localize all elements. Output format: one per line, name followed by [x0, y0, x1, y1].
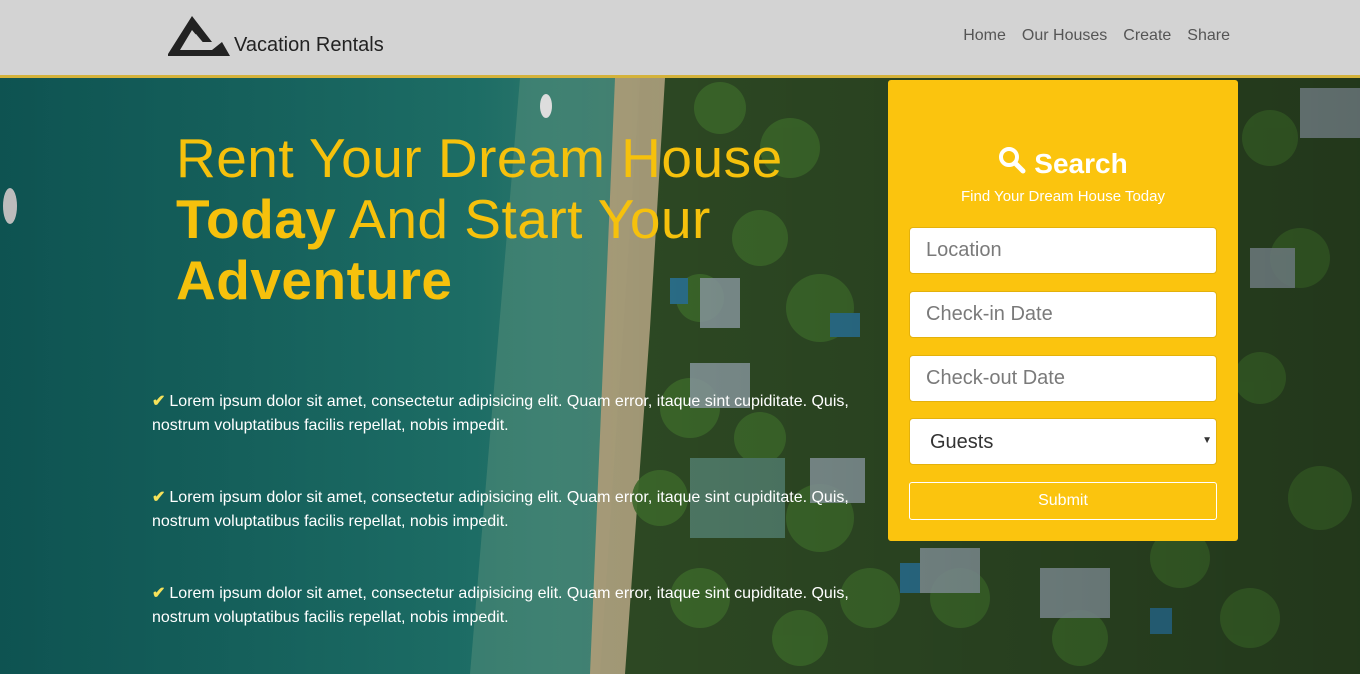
feature-text: Lorem ipsum dolor sit amet, consectetur … [152, 393, 849, 434]
navbar: Vacation Rentals Home Our Houses Create … [0, 0, 1360, 78]
checkout-date-input[interactable] [909, 355, 1217, 402]
brand-name: Vacation Rentals [234, 34, 384, 56]
headline-line-2: Today And Start Your [176, 189, 836, 250]
headline-line-2-rest: And Start Your [336, 188, 711, 250]
brand[interactable]: Vacation Rentals [166, 14, 384, 58]
hero-headline: Rent Your Dream House Today And Start Yo… [176, 128, 836, 311]
feature-item: ✔ Lorem ipsum dolor sit amet, consectetur… [152, 486, 852, 534]
nav-create-link[interactable]: Create [1123, 27, 1171, 45]
feature-text: Lorem ipsum dolor sit amet, consectetur … [152, 585, 849, 626]
guests-select[interactable]: Guests ▼ [909, 418, 1217, 465]
nav-our-houses-link[interactable]: Our Houses [1022, 27, 1107, 45]
location-input[interactable] [909, 227, 1217, 274]
feature-list: ✔ Lorem ipsum dolor sit amet, consectetur… [152, 390, 852, 674]
search-title: Search [1034, 147, 1128, 179]
feature-item: ✔ Lorem ipsum dolor sit amet, consectetur… [152, 390, 852, 438]
feature-text: Lorem ipsum dolor sit amet, consectetur … [152, 489, 849, 530]
checkin-date-input[interactable] [909, 291, 1217, 338]
feature-item: ✔ Lorem ipsum dolor sit amet, consectetur… [152, 582, 852, 630]
nav-home-link[interactable]: Home [963, 27, 1006, 45]
mountain-logo-icon [166, 14, 230, 58]
check-icon: ✔ [152, 393, 166, 410]
search-icon [998, 146, 1026, 181]
submit-button[interactable]: Submit [909, 482, 1217, 520]
check-icon: ✔ [152, 489, 166, 506]
headline-bold-word: Today [176, 188, 337, 250]
headline-line-3: Adventure [176, 249, 453, 311]
dropdown-arrow-icon: ▼ [1202, 435, 1212, 446]
nav-menu: Home Our Houses Create Share [963, 27, 1230, 45]
guests-select-value: Guests [930, 431, 994, 453]
search-subtitle: Find Your Dream House Today [960, 188, 1165, 205]
check-icon: ✔ [152, 585, 166, 602]
nav-share-link[interactable]: Share [1187, 27, 1230, 45]
headline-line-1: Rent Your Dream House [176, 127, 783, 189]
search-panel: Search Find Your Dream House Today Guest… [888, 80, 1238, 541]
search-heading: Search [888, 146, 1238, 181]
